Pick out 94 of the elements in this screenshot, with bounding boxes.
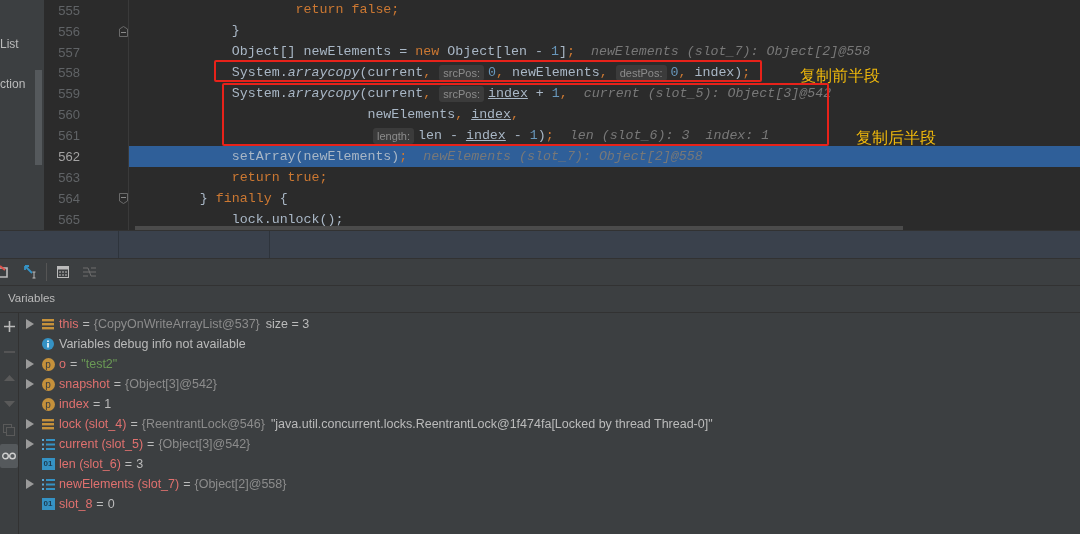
line-number: 558 <box>57 64 80 83</box>
list-icon <box>41 437 55 451</box>
line-number: 555 <box>57 1 80 20</box>
variable-value: {CopyOnWriteArrayList@537} <box>93 315 260 333</box>
variable-name: this <box>59 315 79 333</box>
code-text: 0, index); <box>670 64 751 83</box>
info-icon <box>42 338 54 350</box>
annotation-label: 复制后半段 <box>856 128 936 148</box>
variable-name: newElements (slot_7) <box>59 475 180 493</box>
line-number: 564 <box>57 189 80 208</box>
code-text: Object[] newElements = new Object[len - 1]; <box>231 43 575 62</box>
line-number: 556 <box>57 22 80 41</box>
variable-value: {Object[3]@542} <box>158 435 251 453</box>
parameter-hint: destPos: <box>615 65 667 82</box>
expand-arrow-icon[interactable] <box>26 419 34 429</box>
value-detail: size = 3 <box>265 315 310 333</box>
project-item[interactable]: List <box>0 36 44 52</box>
equals-sign: = <box>69 355 78 373</box>
equals-sign: = <box>82 315 90 333</box>
bars-icon <box>42 318 54 330</box>
parameter-badge: p <box>41 357 55 371</box>
equals-sign: = <box>147 435 155 453</box>
code-text: System.arraycopy(current, <box>231 64 432 83</box>
expand-arrow-icon[interactable] <box>26 379 34 389</box>
variable-name: slot_8 <box>59 495 93 513</box>
primitive-badge: 01 <box>41 458 55 470</box>
watches-toggle[interactable] <box>0 444 18 468</box>
scrollbar[interactable] <box>35 70 42 165</box>
bars-icon <box>42 418 54 430</box>
list-icon <box>41 477 55 491</box>
code-text: newElements, index, <box>367 106 520 124</box>
parameter-badge: p <box>41 397 55 411</box>
equals-sign: = <box>96 495 104 513</box>
info-message: Variables debug info not available <box>59 335 246 353</box>
variable-value: {Object[3]@542} <box>125 375 217 393</box>
variable-value: {Object[2]@558} <box>194 475 287 493</box>
line-number: 557 <box>57 43 80 62</box>
expand-arrow-icon[interactable] <box>26 359 34 369</box>
inline-value: len (slot_6): 3 <box>569 126 690 145</box>
code-text: return false; <box>295 1 400 20</box>
variable-value: 1 <box>104 395 112 413</box>
line-number: 560 <box>57 106 80 125</box>
line-number: 561 <box>57 127 80 146</box>
calculator-icon[interactable] <box>57 266 69 278</box>
expand-arrow-icon[interactable] <box>26 439 34 449</box>
line-number: 565 <box>57 210 80 229</box>
equals-sign: = <box>183 475 191 493</box>
equals-sign: = <box>92 395 101 413</box>
variable-name: snapshot <box>59 375 110 393</box>
code-text: } <box>231 22 240 41</box>
variable-name: current (slot_5) <box>59 435 144 453</box>
equals-sign: = <box>130 415 138 433</box>
variable-name: lock (slot_4) <box>59 415 127 433</box>
variable-value: "test2" <box>81 355 118 373</box>
inline-value: newElements (slot_7): Object[2]@558 <box>423 147 703 166</box>
panel-title: Variables <box>8 291 56 307</box>
variable-value: 3 <box>136 455 144 473</box>
primitive-badge: 01 <box>41 498 55 510</box>
inline-value: index: 1 <box>705 126 770 145</box>
project-item[interactable]: ction <box>0 76 44 92</box>
value-detail: "java.util.concurrent.locks.ReentrantLock@1f474fa[Locked by thread Thread-0]" <box>270 415 713 433</box>
equals-sign: = <box>124 455 133 473</box>
annotation-label: 复制前半段 <box>800 66 880 86</box>
code-text: index + 1, <box>487 85 568 104</box>
variable-value: 0 <box>107 495 115 513</box>
inline-value: newElements (slot_7): Object[2]@558 <box>590 43 871 62</box>
variable-name: o <box>59 355 66 373</box>
code-text: lock.unlock(); <box>231 210 344 229</box>
expand-arrow-icon[interactable] <box>26 319 34 329</box>
expand-arrow-icon[interactable] <box>26 479 34 489</box>
fold-icon[interactable] <box>119 193 128 205</box>
code-text: return true; <box>231 168 328 187</box>
parameter-badge: p <box>41 377 55 391</box>
step-back-icon[interactable] <box>0 265 10 279</box>
parameter-hint: length: <box>373 127 415 144</box>
line-number: 562 <box>57 148 80 167</box>
scrollbar[interactable] <box>135 226 903 230</box>
variable-name: index <box>59 395 89 413</box>
code-text: } finally { <box>199 189 288 208</box>
code-text: System.arraycopy(current, <box>231 85 432 104</box>
cursor-arrow-icon[interactable] <box>24 265 38 279</box>
fold-icon[interactable] <box>119 25 128 37</box>
plus-icon[interactable] <box>3 320 15 332</box>
parameter-hint: srcPos: <box>439 65 484 82</box>
equals-sign: = <box>113 375 122 393</box>
variable-value: {ReentrantLock@546} <box>141 415 265 433</box>
code-text: setArray(newElements); <box>231 147 408 166</box>
line-number: 559 <box>57 85 80 104</box>
code-text: 0, newElements, <box>487 64 608 83</box>
glasses-icon <box>2 452 16 460</box>
variable-name: len (slot_6) <box>59 455 121 473</box>
parameter-hint: srcPos: <box>439 86 484 103</box>
line-number: 563 <box>57 168 80 187</box>
code-text: len - index - 1); <box>418 126 554 145</box>
